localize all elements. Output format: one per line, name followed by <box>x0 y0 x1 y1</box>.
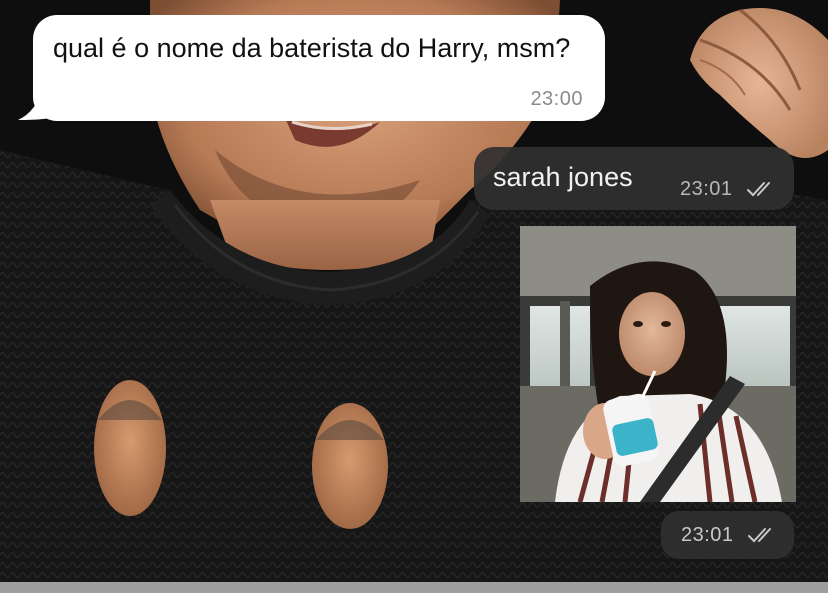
outgoing-message-bubble[interactable]: sarah jones 23:01 <box>474 147 794 210</box>
outgoing-message-time: 23:01 <box>680 178 733 200</box>
double-check-icon <box>748 528 771 543</box>
media-message-time: 23:01 <box>681 524 734 546</box>
chat-screen: qual é o nome da baterista do Harry, msm… <box>0 0 828 593</box>
incoming-message-text: qual é o nome da baterista do Harry, msm… <box>53 33 571 63</box>
outgoing-message-text: sarah jones <box>493 162 633 192</box>
media-image <box>520 226 796 502</box>
incoming-message-bubble[interactable]: qual é o nome da baterista do Harry, msm… <box>33 15 605 121</box>
media-message-thumbnail[interactable] <box>520 226 796 502</box>
bottom-divider <box>0 582 828 593</box>
double-check-icon <box>747 182 770 197</box>
media-message-meta: 23:01 <box>661 511 794 559</box>
incoming-message-time: 23:00 <box>530 88 583 110</box>
